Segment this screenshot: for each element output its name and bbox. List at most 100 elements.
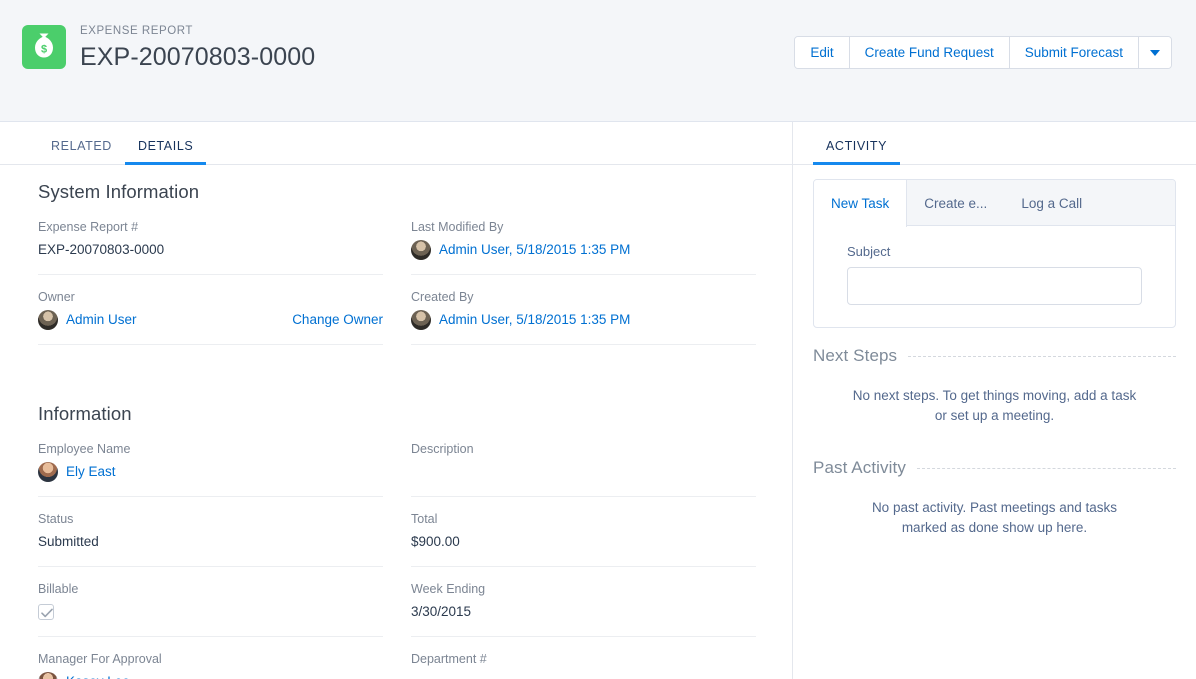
tab-details[interactable]: DETAILS: [124, 139, 207, 165]
field-value: Submitted: [38, 534, 99, 549]
field-billable: Billable: [38, 581, 383, 637]
field-department-number: Department #: [411, 651, 756, 679]
owner-link[interactable]: Admin User: [66, 310, 137, 330]
new-task-form: Subject: [814, 226, 1175, 327]
field-manager-for-approval: Manager For Approval Kasey Lee: [38, 651, 383, 679]
manager-person: Kasey Lee: [38, 672, 130, 679]
employee-person: Ely East: [38, 462, 116, 482]
subject-input[interactable]: [847, 267, 1142, 305]
money-bag-glyph: $: [35, 33, 53, 58]
object-type-label: EXPENSE REPORT: [80, 25, 193, 37]
field-label: Description: [411, 442, 474, 456]
information-left-column: Employee Name Ely East Status Submitted: [38, 441, 383, 679]
record-body: RELATED DETAILS System Information Expen…: [0, 122, 1196, 679]
manager-for-approval-link[interactable]: Kasey Lee: [66, 672, 130, 679]
field-week-ending: Week Ending 3/30/2015: [411, 581, 756, 637]
page-title: EXP-20070803-0000: [80, 43, 316, 71]
field-value: [411, 672, 756, 679]
record-action-bar: Edit Create Fund Request Submit Forecast: [794, 36, 1172, 69]
owner-person: Admin User: [38, 310, 137, 330]
divider: [916, 467, 1176, 469]
tab-log-a-call[interactable]: Log a Call: [1004, 180, 1099, 226]
field-created-by: Created By Admin User, 5/18/2015 1:35 PM: [411, 289, 756, 345]
tab-activity[interactable]: ACTIVITY: [813, 139, 901, 165]
field-description: Description: [411, 441, 756, 497]
created-by-person: Admin User, 5/18/2015 1:35 PM: [411, 310, 630, 330]
field-expense-report-number: Expense Report # EXP-20070803-0000: [38, 219, 383, 275]
field-value: 3/30/2015: [411, 604, 472, 619]
check-icon: [41, 608, 53, 618]
field-status: Status Submitted: [38, 511, 383, 567]
divider: [908, 355, 1176, 357]
last-modified-by-link[interactable]: Admin User, 5/18/2015 1:35 PM: [439, 240, 630, 260]
activity-composer: New Task Create e... Log a Call Subject: [813, 179, 1176, 328]
past-activity-header: Past Activity: [813, 458, 1176, 478]
money-bag-icon: $: [22, 25, 66, 69]
submit-forecast-button[interactable]: Submit Forecast: [1009, 37, 1139, 68]
activity-column: ACTIVITY New Task Create e... Log a Call…: [792, 122, 1196, 679]
field-total: Total $900.00: [411, 511, 756, 567]
avatar: [38, 462, 58, 482]
field-value: $900.00: [411, 534, 460, 549]
information-fields: Employee Name Ely East Status Submitted: [38, 441, 756, 679]
field-label: Owner: [38, 290, 75, 304]
avatar: [38, 672, 58, 679]
field-value: Admin User, 5/18/2015 1:35 PM: [411, 240, 756, 260]
field-label: Last Modified By: [411, 220, 504, 234]
field-label: Week Ending: [411, 582, 486, 596]
system-information-right-column: Last Modified By Admin User, 5/18/2015 1…: [411, 219, 756, 359]
field-value: Kasey Lee: [38, 672, 383, 679]
svg-text:$: $: [41, 44, 47, 56]
owner-row: Admin User Change Owner: [38, 310, 383, 330]
field-value: [38, 602, 383, 622]
field-label: Employee Name: [38, 442, 131, 456]
next-steps-empty-state: No next steps. To get things moving, add…: [852, 388, 1137, 423]
field-label: Billable: [38, 582, 79, 596]
field-value: EXP-20070803-0000: [38, 242, 165, 257]
field-label: Expense Report #: [38, 220, 139, 234]
past-activity-empty-state: No past activity. Past meetings and task…: [871, 500, 1118, 535]
past-activity-heading: Past Activity: [813, 458, 906, 477]
record-header: $ EXPENSE REPORT EXP-20070803-0000 Edit …: [0, 0, 1196, 122]
field-value: Admin User, 5/18/2015 1:35 PM: [411, 310, 756, 330]
field-value: Ely East: [38, 462, 383, 482]
employee-name-link[interactable]: Ely East: [66, 462, 116, 482]
avatar: [411, 240, 431, 260]
subject-label: Subject: [847, 244, 891, 259]
composer-tabs: New Task Create e... Log a Call: [814, 180, 1175, 227]
information-right-column: Description Total $900.00 Week Ending 3/…: [411, 441, 756, 679]
create-fund-request-button[interactable]: Create Fund Request: [849, 37, 1010, 68]
avatar: [411, 310, 431, 330]
system-information-left-column: Expense Report # EXP-20070803-0000 Owner…: [38, 219, 383, 359]
created-by-link[interactable]: Admin User, 5/18/2015 1:35 PM: [439, 310, 630, 330]
edit-button[interactable]: Edit: [795, 37, 850, 68]
activity-panel: New Task Create e... Log a Call Subject …: [793, 165, 1196, 552]
billable-checkbox[interactable]: [38, 604, 54, 620]
tab-create-email[interactable]: Create e...: [907, 180, 1004, 226]
chevron-down-icon: [1150, 49, 1160, 56]
last-modified-person: Admin User, 5/18/2015 1:35 PM: [411, 240, 630, 260]
field-value: Admin User Change Owner: [38, 310, 383, 330]
activity-tabs: ACTIVITY: [793, 122, 1196, 165]
detail-tabs: RELATED DETAILS: [0, 122, 792, 165]
detail-panel: System Information Expense Report # EXP-…: [0, 165, 792, 679]
tab-related[interactable]: RELATED: [38, 139, 125, 164]
field-value: [411, 462, 756, 482]
field-owner: Owner Admin User Change Owner: [38, 289, 383, 345]
field-label: Department #: [411, 652, 487, 666]
system-information-heading: System Information: [38, 181, 200, 202]
next-steps-heading: Next Steps: [813, 346, 898, 365]
field-label: Status: [38, 512, 74, 526]
field-last-modified-by: Last Modified By Admin User, 5/18/2015 1…: [411, 219, 756, 275]
information-heading: Information: [38, 403, 132, 424]
field-label: Total: [411, 512, 438, 526]
more-actions-button[interactable]: [1139, 37, 1171, 68]
field-label: Manager For Approval: [38, 652, 162, 666]
record-heading-text: EXPENSE REPORT EXP-20070803-0000: [80, 22, 315, 72]
system-information-fields: Expense Report # EXP-20070803-0000 Owner…: [38, 219, 756, 359]
change-owner-button[interactable]: Change Owner: [292, 310, 383, 330]
detail-column: RELATED DETAILS System Information Expen…: [0, 122, 792, 679]
field-label: Created By: [411, 290, 474, 304]
next-steps-header: Next Steps: [813, 346, 1176, 366]
tab-new-task[interactable]: New Task: [814, 180, 908, 227]
